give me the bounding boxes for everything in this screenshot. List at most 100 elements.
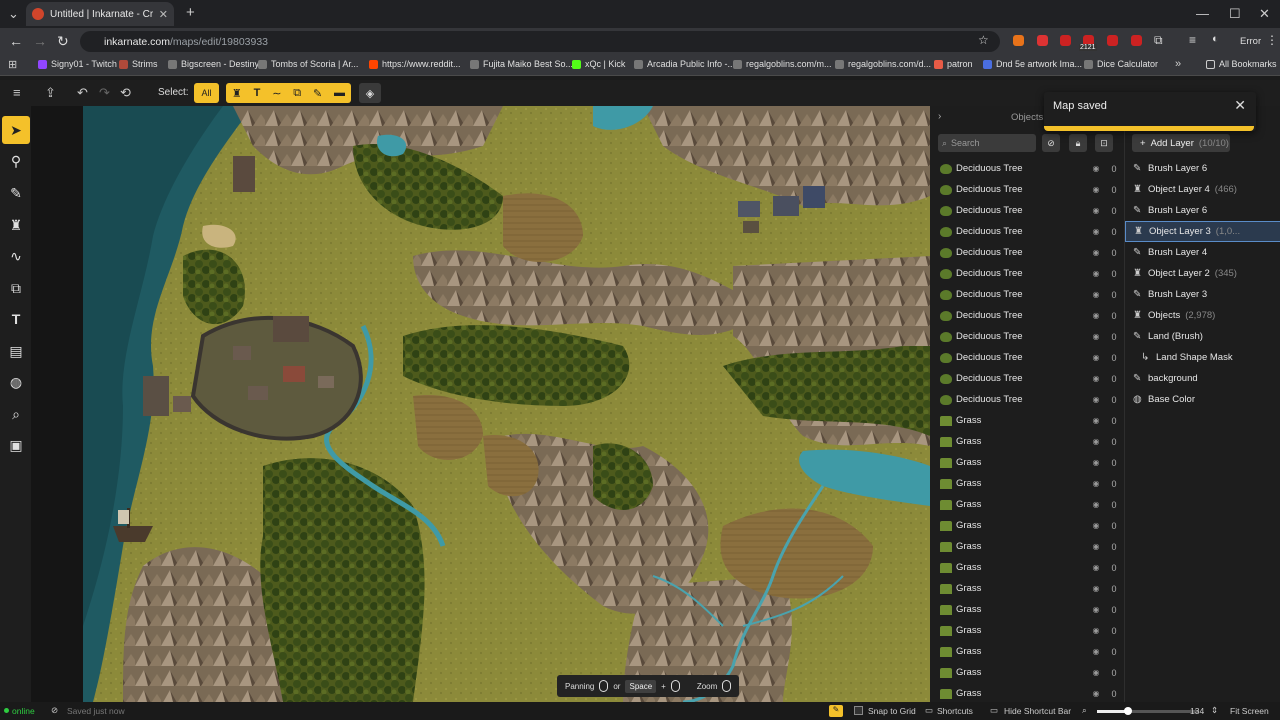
hide-visibility-icon[interactable]: ⊘ bbox=[1042, 134, 1060, 152]
globe-tool-icon[interactable]: ◍ bbox=[2, 368, 30, 396]
reload-icon[interactable]: ↻ bbox=[57, 33, 69, 50]
export-icon[interactable]: ⇪ bbox=[45, 85, 56, 101]
object-row[interactable]: Deciduous Tree ◉ 0 bbox=[930, 368, 1124, 389]
layer-row[interactable]: ◍ Base Color bbox=[1125, 389, 1280, 410]
zoom-slider[interactable] bbox=[1097, 707, 1199, 715]
browser-tab[interactable]: Untitled | Inkarnate - Create Fa ✕ bbox=[26, 2, 174, 26]
visibility-icon[interactable]: ◉ bbox=[1088, 563, 1104, 572]
visibility-icon[interactable]: ◉ bbox=[1088, 290, 1104, 299]
visibility-icon[interactable]: ◉ bbox=[1088, 605, 1104, 614]
zoom-slider-handle[interactable] bbox=[1123, 707, 1132, 715]
bookmark-item[interactable]: Signy01 - Twitch bbox=[38, 59, 117, 69]
fit-screen-button[interactable]: Fit Screen bbox=[1230, 706, 1269, 716]
object-row[interactable]: Grass ◉ 0 bbox=[930, 410, 1124, 431]
zoom-out-icon[interactable]: ⌕ bbox=[1082, 705, 1087, 716]
map-canvas[interactable] bbox=[83, 106, 930, 702]
visibility-icon[interactable]: ◉ bbox=[1088, 332, 1104, 341]
bookmark-item[interactable]: Tombs of Scoria | Ar... bbox=[258, 59, 358, 69]
bookmark-star-icon[interactable]: ☆ bbox=[978, 33, 989, 47]
object-row[interactable]: Deciduous Tree ◉ 0 bbox=[930, 263, 1124, 284]
zoom-tool-icon[interactable]: ⌕ bbox=[2, 400, 30, 428]
bookmark-item[interactable]: Dice Calculator bbox=[1084, 59, 1158, 69]
snap-checkbox[interactable] bbox=[854, 706, 863, 715]
object-row[interactable]: Deciduous Tree ◉ 0 bbox=[930, 284, 1124, 305]
layer-row[interactable]: ✎ Brush Layer 4 bbox=[1125, 242, 1280, 263]
bookmark-item[interactable]: regalgoblins.com/d... bbox=[835, 59, 931, 69]
layers-toggle-icon[interactable]: ◈ bbox=[359, 83, 381, 103]
profile-error-label[interactable]: Error bbox=[1240, 36, 1261, 47]
object-row[interactable]: Deciduous Tree ◉ 0 bbox=[930, 242, 1124, 263]
object-filter-icon[interactable]: ♜ bbox=[232, 87, 242, 100]
visibility-icon[interactable]: ◉ bbox=[1088, 437, 1104, 446]
redo-icon[interactable]: ↷ bbox=[99, 85, 110, 101]
layer-row[interactable]: ✎ background bbox=[1125, 368, 1280, 389]
bookmark-item[interactable]: Dnd 5e artwork Ima... bbox=[983, 59, 1082, 69]
object-row[interactable]: Grass ◉ 0 bbox=[930, 473, 1124, 494]
minimize-icon[interactable]: — bbox=[1196, 6, 1209, 21]
visibility-icon[interactable]: ◉ bbox=[1088, 479, 1104, 488]
new-tab-icon[interactable]: + bbox=[186, 4, 195, 21]
visibility-icon[interactable]: ◉ bbox=[1088, 458, 1104, 467]
object-row[interactable]: Grass ◉ 0 bbox=[930, 557, 1124, 578]
object-row[interactable]: Grass ◉ 0 bbox=[930, 515, 1124, 536]
object-row[interactable]: Deciduous Tree ◉ 0 bbox=[930, 158, 1124, 179]
reading-list-icon[interactable]: ≡ bbox=[1189, 33, 1196, 47]
visibility-icon[interactable]: ◉ bbox=[1088, 689, 1104, 698]
extension-icon[interactable] bbox=[1037, 35, 1048, 46]
visibility-icon[interactable]: ◉ bbox=[1088, 542, 1104, 551]
visibility-icon[interactable]: ◉ bbox=[1088, 185, 1104, 194]
layer-row[interactable]: ✎ Brush Layer 6 bbox=[1125, 200, 1280, 221]
visibility-icon[interactable]: ◉ bbox=[1088, 374, 1104, 383]
history-icon[interactable]: ⟲ bbox=[120, 85, 131, 101]
object-row[interactable]: Grass ◉ 0 bbox=[930, 641, 1124, 662]
notes-tool-icon[interactable]: ▤ bbox=[2, 337, 30, 365]
visibility-icon[interactable]: ◉ bbox=[1088, 626, 1104, 635]
bookmark-item[interactable]: Fujita Maiko Best So... bbox=[470, 59, 573, 69]
visibility-icon[interactable]: ◉ bbox=[1088, 311, 1104, 320]
select-region-icon[interactable]: ⊡ bbox=[1095, 134, 1113, 152]
visibility-icon[interactable]: ◉ bbox=[1088, 395, 1104, 404]
object-row[interactable]: Deciduous Tree ◉ 0 bbox=[930, 200, 1124, 221]
object-row[interactable]: Deciduous Tree ◉ 0 bbox=[930, 389, 1124, 410]
collapse-panel-icon[interactable]: › bbox=[938, 111, 941, 122]
tab-menu-icon[interactable]: ⌄ bbox=[8, 6, 19, 22]
visibility-icon[interactable]: ◉ bbox=[1088, 227, 1104, 236]
path-tool-icon[interactable]: ∿ bbox=[2, 242, 30, 270]
object-row[interactable]: Grass ◉ 0 bbox=[930, 599, 1124, 620]
text-filter-icon[interactable]: T bbox=[254, 87, 261, 99]
visibility-icon[interactable]: ◉ bbox=[1088, 647, 1104, 656]
search-input[interactable]: ⌕ Search bbox=[938, 134, 1036, 152]
layer-row[interactable]: ✎ Brush Layer 6 bbox=[1125, 158, 1280, 179]
url-field[interactable]: inkarnate.com/maps/edit/19803933 bbox=[80, 31, 1000, 52]
visibility-icon[interactable]: ◉ bbox=[1088, 248, 1104, 257]
snap-to-grid-label[interactable]: Snap to Grid bbox=[868, 706, 916, 716]
visibility-icon[interactable]: ◉ bbox=[1088, 668, 1104, 677]
browser-menu-icon[interactable]: ⋮ bbox=[1266, 33, 1278, 47]
layer-row[interactable]: ♜ Objects (2,978) bbox=[1125, 305, 1280, 326]
object-row[interactable]: Deciduous Tree ◉ 0 bbox=[930, 179, 1124, 200]
select-all-button[interactable]: All bbox=[194, 83, 219, 103]
visibility-icon[interactable]: ◉ bbox=[1088, 353, 1104, 362]
object-row[interactable]: Grass ◉ 0 bbox=[930, 431, 1124, 452]
maximize-icon[interactable]: ☐ bbox=[1229, 6, 1241, 22]
object-row[interactable]: Deciduous Tree ◉ 0 bbox=[930, 305, 1124, 326]
pencil-icon[interactable]: ✎ bbox=[829, 705, 843, 717]
shape-tool-icon[interactable]: ⧉ bbox=[2, 274, 30, 302]
zoom-spinner-icon[interactable]: ⇕ bbox=[1211, 705, 1218, 716]
apps-grid-icon[interactable]: ⊞ bbox=[8, 58, 17, 71]
visibility-icon[interactable]: ◉ bbox=[1088, 269, 1104, 278]
text-tool-icon[interactable]: T bbox=[2, 305, 30, 333]
save-tool-icon[interactable]: ▣ bbox=[2, 431, 30, 459]
add-layer-button[interactable]: + Add Layer (10/10) bbox=[1132, 134, 1230, 152]
bookmark-item[interactable]: https://www.reddit... bbox=[369, 59, 461, 69]
hamburger-menu-icon[interactable]: ≡ bbox=[13, 85, 21, 100]
bookmark-item[interactable]: Arcadia Public Info -... bbox=[634, 59, 735, 69]
object-row[interactable]: Deciduous Tree ◉ 0 bbox=[930, 221, 1124, 242]
extensions-puzzle-icon[interactable]: ⧉ bbox=[1154, 33, 1163, 48]
undo-icon[interactable]: ↶ bbox=[77, 85, 88, 101]
extension-icon[interactable] bbox=[1013, 35, 1024, 46]
object-row[interactable]: Grass ◉ 0 bbox=[930, 536, 1124, 557]
object-row[interactable]: Deciduous Tree ◉ 0 bbox=[930, 326, 1124, 347]
object-row[interactable]: Grass ◉ 0 bbox=[930, 683, 1124, 704]
visibility-icon[interactable]: ◉ bbox=[1088, 584, 1104, 593]
